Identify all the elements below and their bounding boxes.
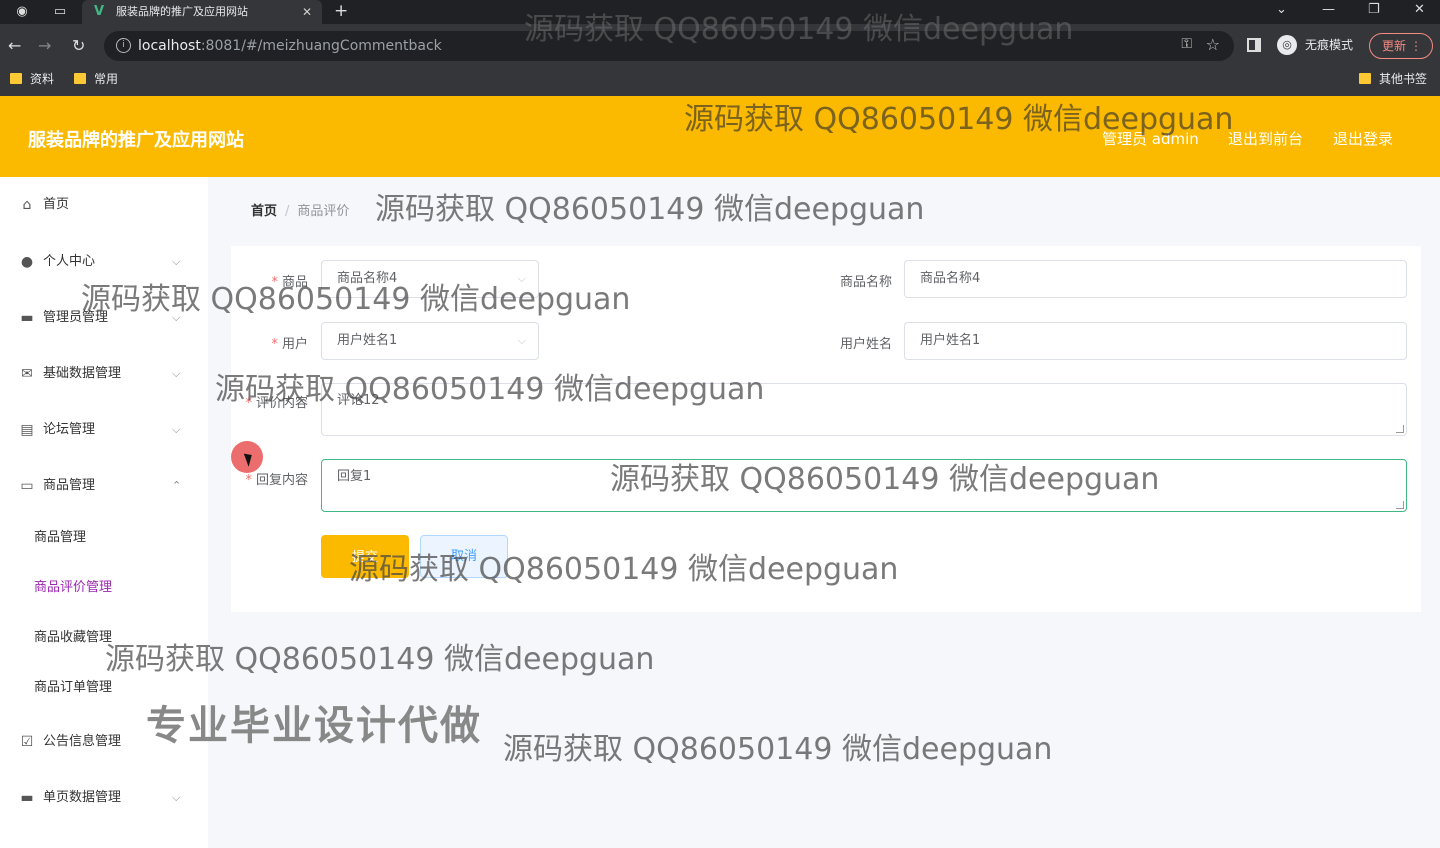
sidebar-item-label: 首页 — [43, 197, 70, 212]
home-icon: ⌂ — [22, 197, 32, 213]
watermark-text: 源码获取 QQ86050149 微信deepguan — [81, 282, 631, 317]
back-icon[interactable]: ← — [8, 36, 21, 56]
url-text: localhost:8081/#/meizhuangCommentback — [138, 38, 442, 54]
password-key-icon[interactable]: ⚿ — [1181, 36, 1192, 52]
breadcrumb-home[interactable]: 首页 — [251, 204, 277, 219]
browser-menu-icon[interactable]: ◉ — [12, 2, 32, 22]
tab-close-icon[interactable]: ✕ — [302, 0, 312, 24]
product-name-label: 商品名称 — [839, 275, 892, 290]
minimize-icon[interactable]: — — [1322, 0, 1335, 20]
watermark-text: 源码获取 QQ86050149 微信deepguan — [684, 102, 1234, 137]
checklist-icon: ☑ — [20, 734, 34, 750]
tab-search-icon[interactable]: ⌄ — [1276, 0, 1287, 20]
sidebar-item-label: 商品管理 — [43, 478, 96, 493]
site-info-icon[interactable]: i — [116, 38, 131, 53]
breadcrumb-current: 商品评价 — [297, 204, 350, 219]
folder-icon — [1359, 73, 1371, 84]
clipboard-icon: ▤ — [20, 422, 34, 438]
folder-icon — [74, 73, 86, 84]
user-select-value: 用户姓名1 — [337, 333, 398, 348]
watermark-text: 源码获取 QQ86050149 微信deepguan — [610, 462, 1160, 497]
new-tab-icon[interactable]: + — [334, 0, 348, 22]
chevron-down-icon: ⌵ — [517, 334, 526, 347]
chevron-down-icon: ⌵ — [172, 423, 181, 436]
comment-icon: ▭ — [20, 478, 34, 494]
brand-title: 服装品牌的推广及应用网站 — [28, 130, 244, 151]
bookmarks-bar: 资料 常用 其他书签 — [0, 68, 1440, 96]
vue-logo-icon: V — [94, 4, 105, 19]
submenu-item-goods-comment[interactable]: 商品评价管理 — [34, 573, 112, 603]
product-name-input[interactable]: 商品名称4 — [904, 260, 1407, 298]
briefcase-icon: ▬ — [20, 310, 34, 326]
logout-link[interactable]: 退出登录 — [1333, 128, 1393, 149]
tab-title: 服装品牌的推广及应用网站 — [116, 5, 248, 18]
watermark-text: 源码获取 QQ86050149 微信deepguan — [349, 552, 899, 587]
reply-value: 回复1 — [337, 469, 372, 484]
bookmark-star-icon[interactable]: ☆ — [1206, 35, 1220, 54]
maximize-icon[interactable]: ❐ — [1368, 0, 1380, 20]
user-label: * 用户 — [271, 337, 308, 352]
more-menu-icon: ⋮ — [1410, 39, 1422, 53]
other-bookmarks[interactable]: 其他书签 — [1357, 68, 1427, 90]
watermark-text: 源码获取 QQ86050149 微信deepguan — [105, 642, 655, 677]
sidebar-item-label: 单页数据管理 — [43, 790, 122, 805]
sidebar-item-basic-data[interactable]: ✉ 基础数据管理 ⌵ — [0, 354, 208, 394]
to-front-link[interactable]: 退出到前台 — [1228, 128, 1303, 149]
watermark-text: 源码获取 QQ86050149 微信deepguan — [524, 12, 1074, 47]
update-label: 更新 — [1382, 39, 1407, 53]
sidebar-item-forum[interactable]: ▤ 论坛管理 ⌵ — [0, 410, 208, 450]
window-close-icon[interactable]: ✕ — [1414, 0, 1425, 20]
breadcrumb-separator: / — [285, 204, 290, 219]
update-button[interactable]: 更新 ⋮ — [1369, 33, 1433, 59]
sidebar-item-label: 论坛管理 — [43, 422, 96, 437]
side-panel-icon[interactable] — [1247, 38, 1261, 52]
watermark-text: 源码获取 QQ86050149 微信deepguan — [375, 192, 925, 227]
chevron-down-icon: ⌵ — [172, 367, 181, 380]
watermark-text: 源码获取 QQ86050149 微信deepguan — [503, 732, 1053, 767]
incognito-label: 无痕模式 — [1305, 38, 1354, 52]
submenu-item-goods[interactable]: 商品管理 — [34, 523, 86, 553]
sidebar-item-label: 公告信息管理 — [43, 734, 122, 749]
sidebar-item-label: 基础数据管理 — [43, 366, 122, 381]
reload-icon[interactable]: ↻ — [72, 36, 85, 56]
bookmark-folder-1[interactable]: 资料 — [8, 68, 54, 90]
mail-icon: ✉ — [21, 366, 33, 382]
bookmark-folder-2[interactable]: 常用 — [72, 68, 118, 90]
sidebar-item-single-page[interactable]: ▬ 单页数据管理 ⌵ — [0, 778, 208, 818]
incognito-indicator[interactable]: ◎ 无痕模式 — [1277, 34, 1353, 56]
submenu-item-goods-favorite[interactable]: 商品收藏管理 — [34, 623, 112, 653]
watermark-text: 源码获取 QQ86050149 微信deepguan — [215, 372, 765, 407]
forward-icon[interactable]: → — [38, 36, 51, 56]
user-select[interactable]: 用户姓名1 ⌵ — [321, 322, 539, 360]
browser-tab[interactable]: V 服装品牌的推广及应用网站 ✕ — [82, 0, 322, 24]
submenu-item-goods-order[interactable]: 商品订单管理 — [34, 673, 112, 703]
chevron-down-icon: ⌵ — [172, 791, 181, 804]
resize-handle-icon[interactable] — [1396, 501, 1404, 509]
user-name-input[interactable]: 用户姓名1 — [904, 322, 1407, 360]
chevron-up-icon: ⌃ — [172, 479, 182, 492]
resize-handle-icon[interactable] — [1396, 425, 1404, 433]
user-name-label: 用户姓名 — [839, 337, 892, 352]
incognito-icon: ◎ — [1277, 35, 1297, 55]
sidebar-item-goods[interactable]: ▭ 商品管理 ⌃ — [0, 466, 208, 506]
folder-icon — [10, 73, 22, 84]
sidebar-item-home[interactable]: ⌂ 首页 — [0, 185, 208, 225]
user-icon: ● — [20, 254, 34, 270]
tab-overview-icon[interactable]: ▭ — [50, 2, 70, 22]
monitor-icon: ▬ — [20, 790, 34, 806]
watermark-banner: 专业毕业设计代做 — [146, 703, 482, 749]
